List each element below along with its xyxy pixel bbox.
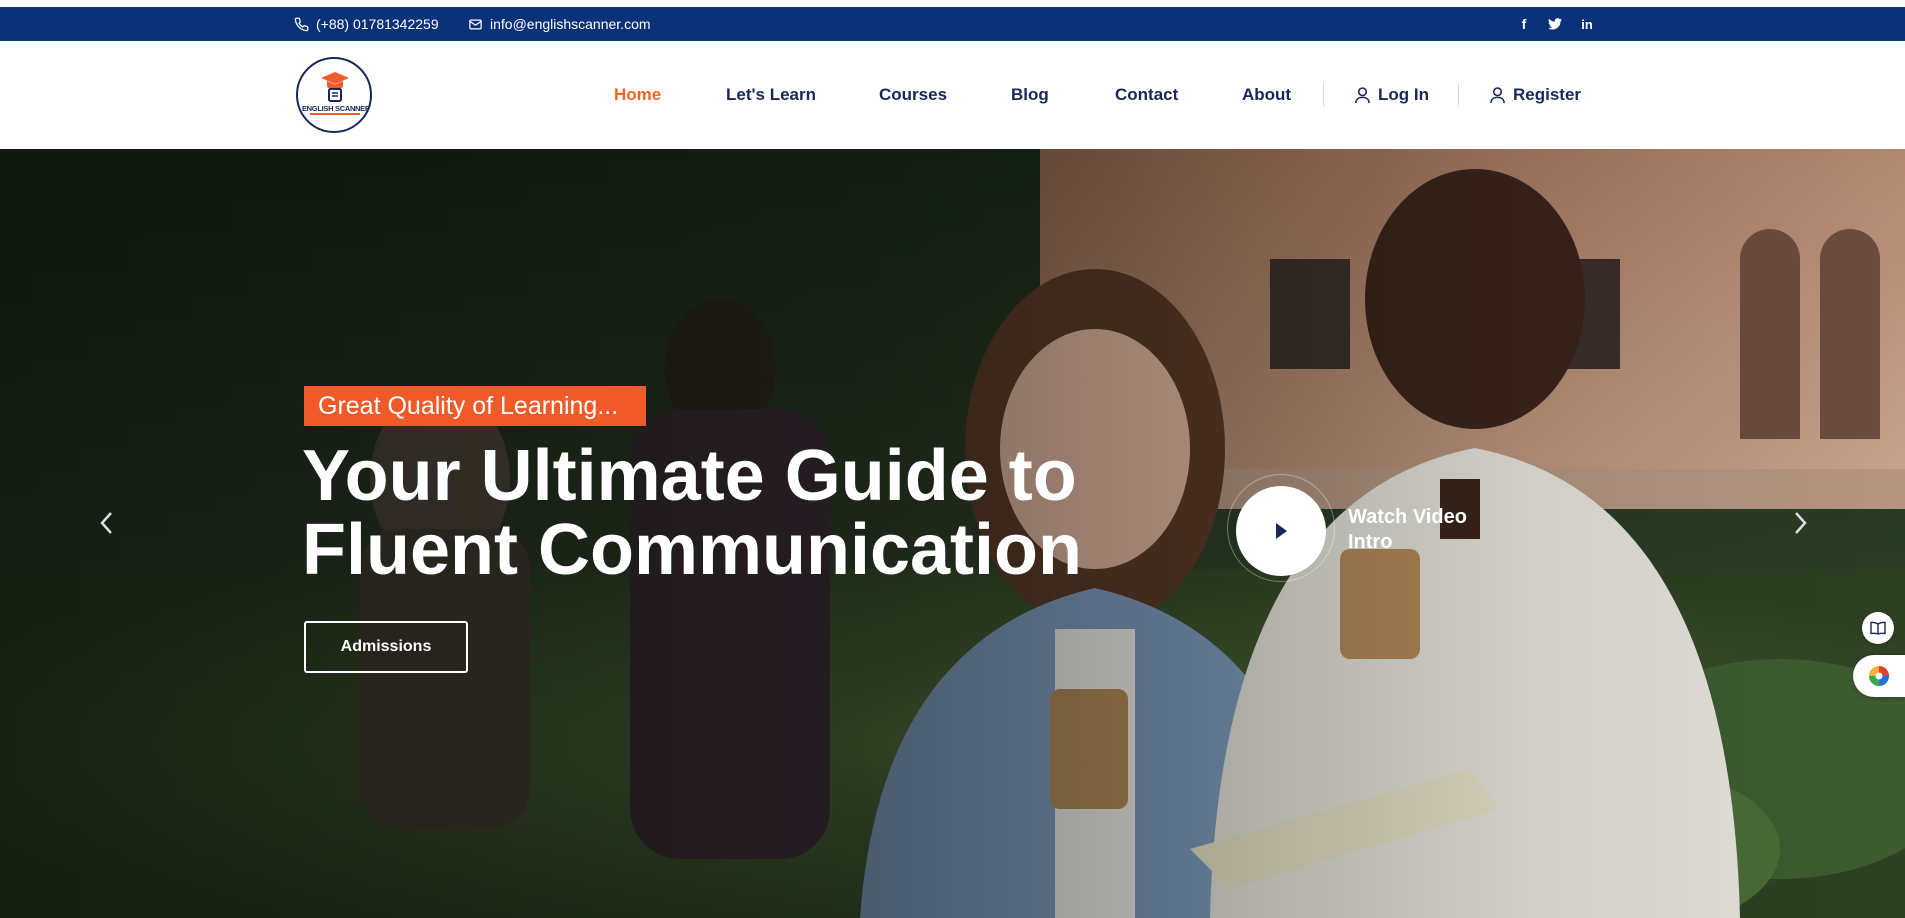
nav-lets-learn[interactable]: Let's Learn — [726, 41, 816, 149]
phone-contact[interactable]: (+88) 01781342259 — [294, 7, 439, 41]
main-navbar: ENGLISH SCANNER Home Let's Learn Courses… — [0, 41, 1905, 149]
nav-about[interactable]: About — [1242, 41, 1291, 149]
nav-divider — [1323, 83, 1324, 107]
user-icon — [1490, 86, 1505, 104]
slider-prev-arrow[interactable] — [91, 503, 121, 543]
linkedin-icon[interactable]: in — [1579, 7, 1595, 41]
hero-badge: Great Quality of Learning... — [304, 386, 646, 426]
play-video-button[interactable] — [1236, 486, 1326, 576]
color-wheel-icon — [1869, 666, 1889, 686]
watch-video-label[interactable]: Watch Video Intro — [1348, 505, 1498, 555]
facebook-icon[interactable]: f — [1516, 7, 1532, 41]
logo-underline — [310, 113, 360, 115]
watch-video-line-1[interactable]: Watch Video — [1348, 506, 1467, 528]
slider-next-arrow[interactable] — [1786, 503, 1816, 543]
nav-divider — [1458, 83, 1459, 107]
site-logo[interactable]: ENGLISH SCANNER — [296, 57, 372, 133]
hero-title: Your Ultimate Guide to Fluent Communicat… — [302, 439, 1202, 587]
book-icon — [1870, 621, 1886, 635]
nav-courses[interactable]: Courses — [879, 41, 947, 149]
email-address[interactable]: info@englishscanner.com — [490, 16, 651, 32]
user-icon — [1355, 86, 1370, 104]
logo-text: ENGLISH SCANNER — [301, 104, 370, 113]
play-icon — [1276, 523, 1287, 539]
phone-icon — [294, 17, 309, 32]
nav-blog[interactable]: Blog — [1011, 41, 1049, 149]
login-link[interactable]: Log In — [1355, 41, 1429, 149]
login-label[interactable]: Log In — [1378, 85, 1429, 105]
chevron-left-icon — [100, 512, 112, 534]
hero-slider: Great Quality of Learning... Your Ultima… — [0, 149, 1905, 918]
hero-title-line-2: Fluent Communication — [302, 510, 1082, 590]
nav-contact[interactable]: Contact — [1115, 41, 1178, 149]
twitter-icon[interactable] — [1547, 7, 1563, 41]
register-label[interactable]: Register — [1513, 85, 1581, 105]
email-contact[interactable]: info@englishscanner.com — [468, 7, 651, 41]
register-link[interactable]: Register — [1490, 41, 1581, 149]
mail-icon — [468, 17, 483, 32]
nav-home[interactable]: Home — [614, 41, 661, 149]
chevron-right-icon — [1795, 512, 1807, 534]
color-palette-button[interactable] — [1853, 655, 1905, 697]
watch-video-line-2[interactable]: Intro — [1348, 531, 1392, 553]
phone-number[interactable]: (+88) 01781342259 — [316, 16, 439, 32]
top-contact-bar: (+88) 01781342259 info@englishscanner.co… — [0, 7, 1905, 41]
graduation-cap-icon — [321, 72, 349, 102]
admissions-button[interactable]: Admissions — [304, 621, 468, 673]
book-reader-button[interactable] — [1862, 612, 1894, 644]
hero-title-line-1: Your Ultimate Guide to — [302, 436, 1077, 516]
